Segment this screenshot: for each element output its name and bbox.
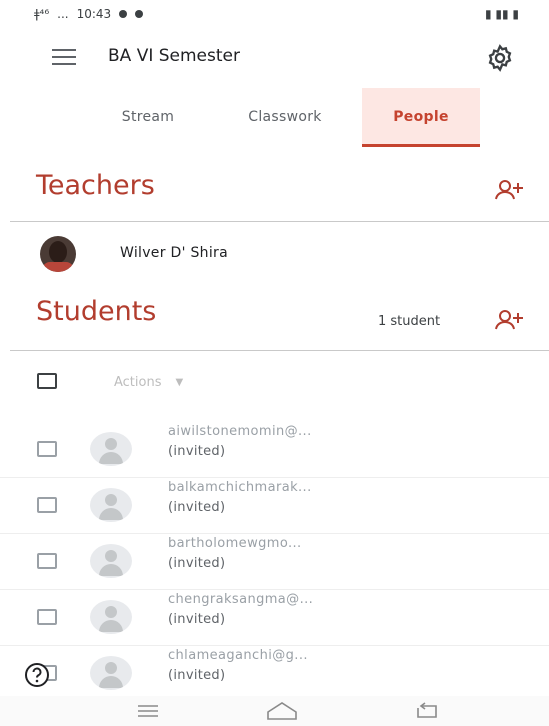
student-status: (invited) <box>168 444 226 459</box>
add-teacher-icon[interactable] <box>494 179 524 201</box>
students-divider <box>10 350 549 351</box>
student-email: chlameaganchi@g... <box>168 648 308 663</box>
help-icon[interactable] <box>24 662 50 688</box>
gear-icon[interactable] <box>486 44 514 72</box>
list-item[interactable]: chengraksangma@... (invited) <box>0 590 549 646</box>
list-item[interactable]: chlameaganchi@g... (invited) <box>0 646 549 702</box>
list-item[interactable]: bartholomewgmo... (invited) <box>0 534 549 590</box>
avatar <box>40 236 76 272</box>
status-left: ǂ⁴⁶ ... 10:43 <box>34 7 144 21</box>
avatar <box>90 432 132 466</box>
tab-classwork[interactable]: Classwork <box>220 88 350 146</box>
actions-label: Actions <box>114 374 162 390</box>
class-title: BA VI Semester <box>108 46 240 66</box>
network-indicator: ... <box>57 7 69 21</box>
system-nav-bar <box>0 696 549 726</box>
notification-icon <box>135 10 144 18</box>
dropdown-caret-icon: ▼ <box>175 376 184 388</box>
avatar <box>90 488 132 522</box>
avatar <box>90 600 132 634</box>
student-email: chengraksangma@... <box>168 592 314 607</box>
avatar <box>90 544 132 578</box>
student-checkbox[interactable] <box>37 441 57 457</box>
teachers-heading: Teachers <box>36 170 155 201</box>
student-status: (invited) <box>168 668 226 683</box>
teacher-row[interactable]: Wilver D' Shira <box>40 234 500 274</box>
student-email: aiwilstonemomin@... <box>168 424 312 439</box>
tab-people[interactable]: People <box>362 88 480 146</box>
app-bar: BA VI Semester <box>0 38 549 78</box>
signal-indicator: ǂ⁴⁶ <box>34 7 50 21</box>
teachers-divider <box>10 221 549 222</box>
status-right: ▮ ▮▮ ▮ <box>485 7 519 21</box>
tab-bar: Stream Classwork People <box>0 88 549 148</box>
active-tab-indicator <box>362 144 480 147</box>
student-checkbox[interactable] <box>37 553 57 569</box>
student-status: (invited) <box>168 612 226 627</box>
student-email: balkamchichmarak... <box>168 480 312 495</box>
select-all-checkbox[interactable] <box>37 373 57 389</box>
clock: 10:43 <box>76 7 112 21</box>
student-status: (invited) <box>168 556 226 571</box>
tab-stream[interactable]: Stream <box>100 88 196 146</box>
students-heading: Students <box>36 296 157 327</box>
teacher-name: Wilver D' Shira <box>120 245 228 261</box>
student-count: 1 student <box>378 314 441 329</box>
list-item[interactable]: aiwilstonemomin@... (invited) <box>0 422 549 478</box>
student-status: (invited) <box>168 500 226 515</box>
actions-dropdown[interactable]: Actions ▼ <box>100 364 230 400</box>
status-bar: ǂ⁴⁶ ... 10:43 ▮ ▮▮ ▮ <box>0 0 549 28</box>
student-checkbox[interactable] <box>37 497 57 513</box>
add-student-icon[interactable] <box>494 309 524 331</box>
recent-apps-icon[interactable] <box>134 700 162 722</box>
list-item[interactable]: balkamchichmarak... (invited) <box>0 478 549 534</box>
notification-icon <box>119 10 128 18</box>
home-icon[interactable] <box>264 700 300 722</box>
avatar <box>90 656 132 690</box>
hamburger-menu-icon[interactable] <box>52 49 76 65</box>
battery-signal-indicators: ▮ ▮▮ ▮ <box>484 7 519 21</box>
back-icon[interactable] <box>412 700 442 722</box>
student-email: bartholomewgmo... <box>168 536 302 551</box>
student-checkbox[interactable] <box>37 609 57 625</box>
